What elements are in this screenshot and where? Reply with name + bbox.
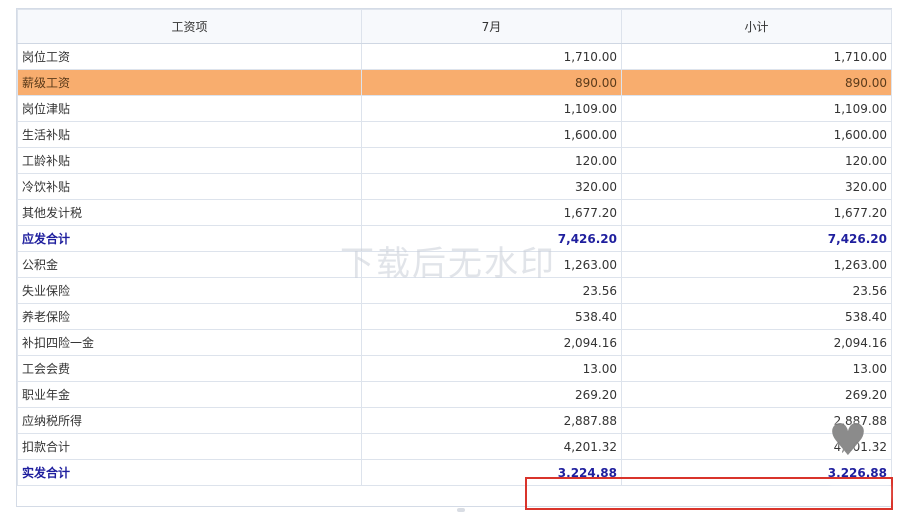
table-row[interactable]: 职业年金 269.20 269.20 [17, 381, 892, 408]
row-subtotal-value: 320.00 [621, 173, 892, 200]
table-row[interactable]: 岗位津贴 1,109.00 1,109.00 [17, 95, 892, 122]
salary-sheet: 工资项 7月 小计 岗位工资 1,710.00 1,710.00 薪级工资 890.00… [16, 8, 892, 507]
row-month-value: 269.20 [361, 381, 622, 408]
row-month-value: 1,109.00 [361, 95, 622, 122]
table-row[interactable]: 应纳税所得 2,887.88 2,887.88 [17, 407, 892, 434]
table-header-row: 工资项 7月 小计 [17, 9, 892, 44]
table-body: 岗位工资 1,710.00 1,710.00 薪级工资 890.00 890.00 岗位津贴… [17, 43, 892, 486]
row-subtotal-value: 1,677.20 [621, 199, 892, 226]
header-subtotal[interactable]: 小计 [621, 9, 892, 44]
row-item-name: 生活补贴 [17, 121, 362, 148]
row-month-value: 23.56 [361, 277, 622, 304]
header-month[interactable]: 7月 [361, 9, 622, 44]
row-item-name: 扣款合计 [17, 433, 362, 460]
row-subtotal-value: 7,426.20 [621, 225, 892, 252]
row-item-name: 其他发计税 [17, 199, 362, 226]
row-subtotal-value: 1,263.00 [621, 251, 892, 278]
row-item-name: 冷饮补贴 [17, 173, 362, 200]
row-item-name: 岗位津贴 [17, 95, 362, 122]
table-row[interactable]: 补扣四险一金 2,094.16 2,094.16 [17, 329, 892, 356]
row-subtotal-value: 2,094.16 [621, 329, 892, 356]
scroll-indicator[interactable] [457, 508, 465, 512]
table-row[interactable]: 冷饮补贴 320.00 320.00 [17, 173, 892, 200]
table-row[interactable]: 公积金 1,263.00 1,263.00 [17, 251, 892, 278]
table-row[interactable]: 其他发计税 1,677.20 1,677.20 [17, 199, 892, 226]
row-month-value: 2,094.16 [361, 329, 622, 356]
row-month-value: 7,426.20 [361, 225, 622, 252]
table-row[interactable]: 岗位工资 1,710.00 1,710.00 [17, 43, 892, 70]
row-month-value: 890.00 [361, 69, 622, 96]
row-month-value: 13.00 [361, 355, 622, 382]
salary-table: 工资项 7月 小计 岗位工资 1,710.00 1,710.00 薪级工资 890.00… [17, 9, 892, 486]
row-subtotal-value: 1,710.00 [621, 43, 892, 70]
row-month-value: 120.00 [361, 147, 622, 174]
row-item-name: 工龄补贴 [17, 147, 362, 174]
table-row[interactable]: 实发合计 3,224.88 3,226.88 [17, 459, 892, 486]
table-row[interactable]: 养老保险 538.40 538.40 [17, 303, 892, 330]
row-month-value: 320.00 [361, 173, 622, 200]
row-subtotal-value: 1,600.00 [621, 121, 892, 148]
row-item-name: 工会会费 [17, 355, 362, 382]
row-item-name: 应发合计 [17, 225, 362, 252]
row-subtotal-value: 120.00 [621, 147, 892, 174]
row-item-name: 失业保险 [17, 277, 362, 304]
table-row[interactable]: 工龄补贴 120.00 120.00 [17, 147, 892, 174]
heart-icon[interactable]: ♥ [822, 418, 874, 464]
row-subtotal-value: 23.56 [621, 277, 892, 304]
row-item-name: 补扣四险一金 [17, 329, 362, 356]
row-subtotal-value: 13.00 [621, 355, 892, 382]
header-item[interactable]: 工资项 [17, 9, 362, 44]
row-subtotal-value: 269.20 [621, 381, 892, 408]
row-month-value: 1,710.00 [361, 43, 622, 70]
table-row[interactable]: 工会会费 13.00 13.00 [17, 355, 892, 382]
row-month-value: 3,224.88 [361, 459, 622, 486]
row-month-value: 1,263.00 [361, 251, 622, 278]
row-month-value: 2,887.88 [361, 407, 622, 434]
row-month-value: 538.40 [361, 303, 622, 330]
row-item-name: 职业年金 [17, 381, 362, 408]
row-item-name: 薪级工资 [17, 69, 362, 96]
row-item-name: 应纳税所得 [17, 407, 362, 434]
row-month-value: 1,600.00 [361, 121, 622, 148]
row-subtotal-value: 538.40 [621, 303, 892, 330]
table-row[interactable]: 生活补贴 1,600.00 1,600.00 [17, 121, 892, 148]
row-item-name: 公积金 [17, 251, 362, 278]
row-month-value: 4,201.32 [361, 433, 622, 460]
row-item-name: 实发合计 [17, 459, 362, 486]
table-row[interactable]: 失业保险 23.56 23.56 [17, 277, 892, 304]
row-subtotal-value: 890.00 [621, 69, 892, 96]
table-row[interactable]: 应发合计 7,426.20 7,426.20 [17, 225, 892, 252]
row-subtotal-value: 1,109.00 [621, 95, 892, 122]
table-row[interactable]: 薪级工资 890.00 890.00 [17, 69, 892, 96]
row-item-name: 岗位工资 [17, 43, 362, 70]
row-item-name: 养老保险 [17, 303, 362, 330]
row-month-value: 1,677.20 [361, 199, 622, 226]
table-row[interactable]: 扣款合计 4,201.32 4,201.32 [17, 433, 892, 460]
